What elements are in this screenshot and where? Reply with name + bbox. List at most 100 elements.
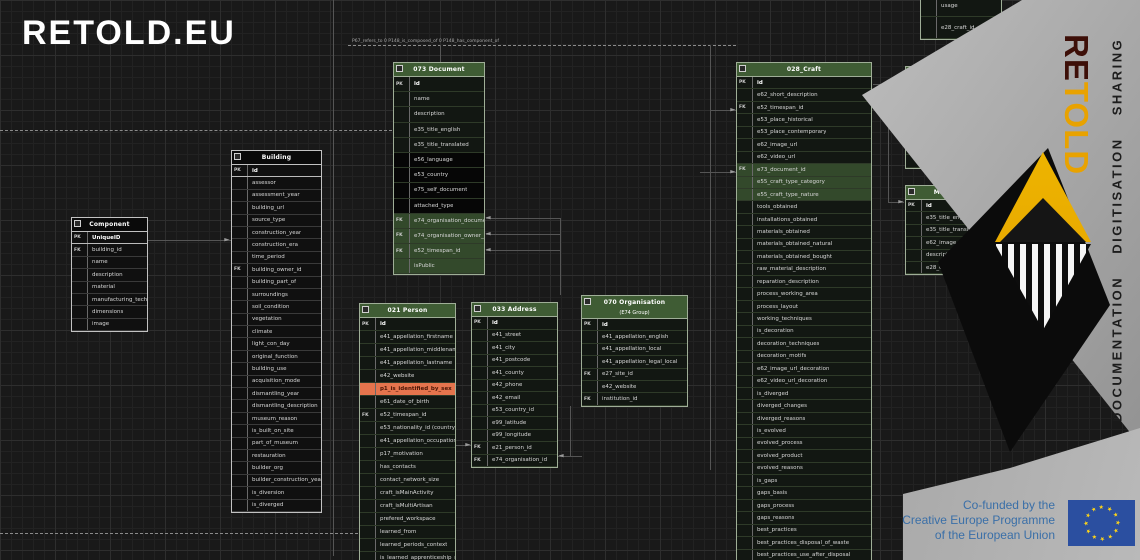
field-row[interactable]: FK e74_organisation_owner_id bbox=[394, 228, 484, 245]
field-row[interactable]: FK building_id bbox=[72, 244, 147, 257]
field-row[interactable]: is_evolved bbox=[737, 425, 871, 438]
field-row[interactable]: FK e52_timespan_id bbox=[737, 101, 871, 115]
field-row[interactable]: assessment_year bbox=[232, 189, 321, 203]
field-row[interactable]: PK id bbox=[737, 77, 871, 90]
field-row[interactable]: gaps_process bbox=[737, 499, 871, 513]
field-row[interactable]: evolved_product bbox=[737, 450, 871, 463]
field-row[interactable]: climate bbox=[232, 326, 321, 339]
field-row[interactable]: FK e74_organisation_id bbox=[472, 454, 557, 467]
entity-table-building[interactable]: Building PK id assessor assessment_year build… bbox=[231, 150, 322, 513]
field-row[interactable]: e75_self_document bbox=[394, 183, 484, 199]
field-row[interactable]: e41_appellation_legal_local bbox=[582, 356, 687, 369]
field-row[interactable]: PK id bbox=[232, 165, 321, 178]
table-header[interactable]: 033 Address bbox=[472, 303, 557, 317]
field-row[interactable]: e62_video_url bbox=[737, 151, 871, 165]
field-row[interactable]: PK id bbox=[394, 77, 484, 93]
field-row[interactable]: is_diverged bbox=[232, 499, 321, 512]
field-row[interactable]: FK e74_organisation_documentalist_id bbox=[394, 213, 484, 229]
field-row[interactable]: diverged_changes bbox=[737, 400, 871, 413]
field-row[interactable]: is_decoration bbox=[737, 325, 871, 339]
field-row[interactable]: learned_periods_context bbox=[360, 539, 455, 552]
field-row[interactable]: builder_construction_year bbox=[232, 474, 321, 488]
field-row[interactable]: e41_street bbox=[472, 329, 557, 342]
field-row[interactable]: museum_reason bbox=[232, 412, 321, 426]
entity-table-component[interactable]: Component PK UniqueID FK building_id name desc… bbox=[71, 217, 148, 333]
table-header[interactable]: 028_Craft bbox=[737, 63, 871, 77]
field-row[interactable]: restauration bbox=[232, 449, 321, 463]
table-header[interactable]: 073 Document bbox=[394, 63, 484, 77]
field-row[interactable]: e42_website bbox=[582, 380, 687, 394]
field-row[interactable]: e41_appellation_middlename bbox=[360, 344, 455, 357]
field-row[interactable]: e53_country_id bbox=[472, 404, 557, 417]
field-row[interactable]: soil_condition bbox=[232, 301, 321, 314]
field-row[interactable]: surroundings bbox=[232, 288, 321, 302]
field-row[interactable]: prefered_workspace bbox=[360, 513, 455, 526]
table-header[interactable]: 021 Person bbox=[360, 304, 455, 318]
field-row[interactable]: e42_email bbox=[472, 392, 557, 405]
field-row[interactable]: FK e52_timespan_id bbox=[360, 409, 455, 422]
field-row[interactable]: is_learned_apprenticeship_related bbox=[360, 552, 455, 560]
field-row[interactable]: e62_image_url bbox=[737, 139, 871, 152]
field-row[interactable]: time_period bbox=[232, 251, 321, 265]
field-row[interactable]: e41_appellation_english bbox=[582, 331, 687, 344]
field-row[interactable]: craft_isMultiArtisan bbox=[360, 500, 455, 513]
field-row[interactable]: usage bbox=[921, 0, 1001, 17]
field-row[interactable]: dismantling_description bbox=[232, 400, 321, 413]
field-row[interactable]: best_practices_disposal_of_waste bbox=[737, 537, 871, 550]
table-header[interactable]: 070 Organisation (E74 Group) bbox=[582, 296, 687, 319]
entity-table-organisation[interactable]: 070 Organisation (E74 Group) PK id e41_appel… bbox=[581, 295, 688, 407]
field-row[interactable]: e35_title_english bbox=[394, 122, 484, 138]
field-row[interactable]: best_practices bbox=[737, 524, 871, 538]
field-row[interactable]: is_gaps bbox=[737, 475, 871, 488]
field-row[interactable]: reparation_description bbox=[737, 276, 871, 289]
field-row[interactable]: e55_craft_type_nature bbox=[737, 188, 871, 202]
field-row[interactable]: building_use bbox=[232, 363, 321, 376]
field-row[interactable]: has_contacts bbox=[360, 461, 455, 474]
field-row[interactable]: light_con_day bbox=[232, 338, 321, 351]
field-row[interactable]: PK id bbox=[582, 319, 687, 332]
field-row[interactable]: PK id bbox=[360, 318, 455, 331]
field-row[interactable]: FK e21_person_id bbox=[472, 442, 557, 455]
field-row[interactable]: vegetation bbox=[232, 313, 321, 327]
field-row[interactable]: FK institution_id bbox=[582, 393, 687, 406]
entity-table-person[interactable]: 021 Person PK id e41_appellation_firstname e… bbox=[359, 303, 456, 560]
field-row[interactable]: is_diversion bbox=[232, 487, 321, 500]
field-row[interactable]: p17_motivation bbox=[360, 448, 455, 461]
field-row[interactable]: e53_place_contemporary bbox=[737, 126, 871, 140]
field-row[interactable]: materials_obtained bbox=[737, 226, 871, 239]
field-row[interactable]: assessor bbox=[232, 177, 321, 190]
field-row[interactable]: decoration_techniques bbox=[737, 338, 871, 351]
field-row[interactable]: evolved_reasons bbox=[737, 462, 871, 475]
site-logo[interactable]: RETOLD.EU bbox=[22, 14, 236, 53]
field-row[interactable]: source_type bbox=[232, 214, 321, 227]
field-row[interactable]: e56_language bbox=[394, 152, 484, 169]
field-row[interactable]: material bbox=[72, 281, 147, 294]
field-row[interactable]: e41_county bbox=[472, 367, 557, 380]
field-row[interactable]: e62_image_url_decoration bbox=[737, 363, 871, 376]
field-row[interactable]: FK e52_timespan_id bbox=[394, 244, 484, 260]
field-row[interactable]: FK e27_site_id bbox=[582, 368, 687, 381]
field-row[interactable]: e35_title_translated bbox=[394, 137, 484, 153]
field-row[interactable]: e42_website bbox=[360, 370, 455, 383]
field-row[interactable]: decoration_motifs bbox=[737, 350, 871, 364]
field-row[interactable]: e41_city bbox=[472, 342, 557, 355]
field-row[interactable]: evolved_process bbox=[737, 437, 871, 451]
field-row[interactable]: process_working_area bbox=[737, 288, 871, 301]
field-row[interactable]: craft_isMainActivity bbox=[360, 487, 455, 500]
entity-table-address[interactable]: 033 Address PK id e41_street e41_city e41_pos… bbox=[471, 302, 558, 468]
field-row[interactable]: builder_org bbox=[232, 462, 321, 475]
field-row[interactable]: process_layout bbox=[737, 300, 871, 314]
field-row[interactable]: acquisition_mode bbox=[232, 375, 321, 389]
field-row[interactable]: e55_craft_type_category bbox=[737, 176, 871, 189]
field-row[interactable]: construction_era bbox=[232, 239, 321, 252]
field-row[interactable]: is_built_on_site bbox=[232, 425, 321, 438]
field-row[interactable]: dismantling_year bbox=[232, 388, 321, 401]
field-row[interactable]: e41_postcode bbox=[472, 354, 557, 367]
field-row[interactable]: part_of_museum bbox=[232, 437, 321, 450]
field-row[interactable]: image bbox=[72, 318, 147, 332]
field-row[interactable]: best_practices_use_after_disposal bbox=[737, 549, 871, 560]
field-row[interactable]: isPublic bbox=[394, 259, 484, 275]
field-row[interactable]: e41_appellation_occupation bbox=[360, 435, 455, 448]
field-row[interactable]: building_url bbox=[232, 202, 321, 215]
field-row[interactable]: e41_appellation_firstname bbox=[360, 331, 455, 344]
